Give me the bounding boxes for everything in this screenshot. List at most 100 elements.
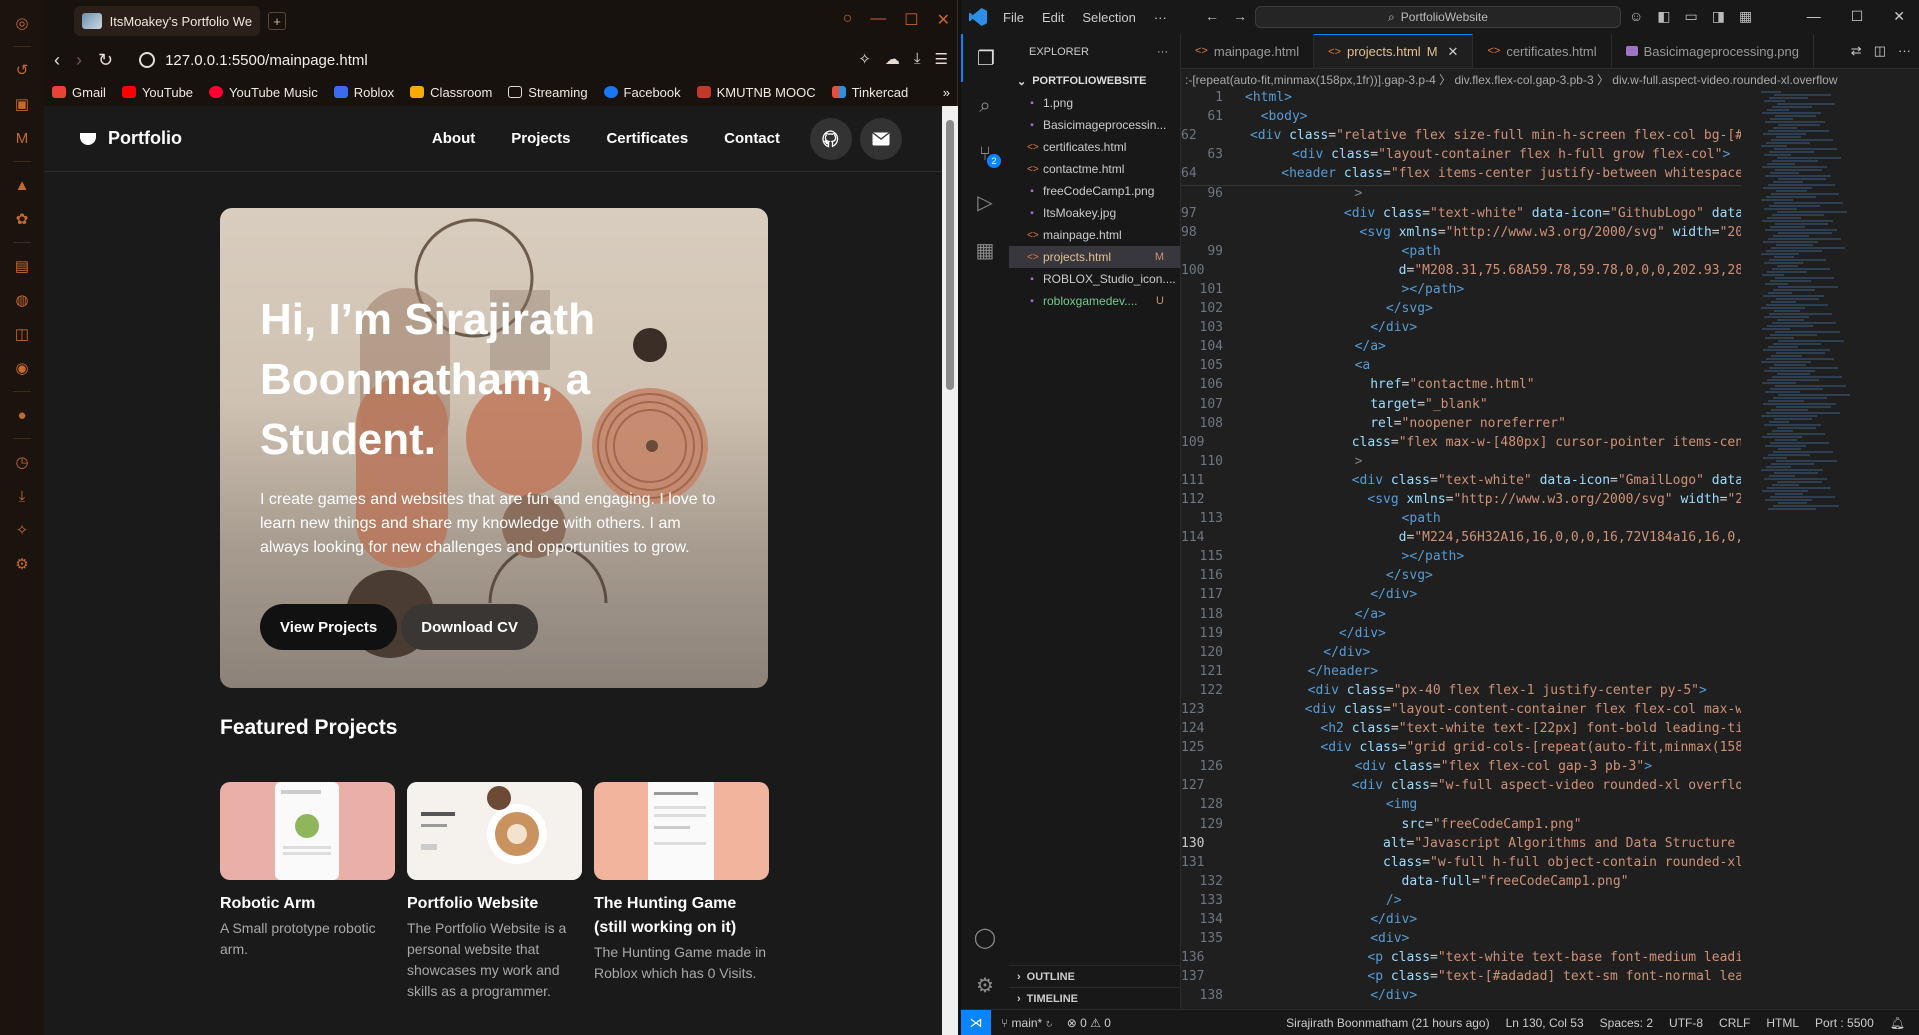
code-line[interactable]: 110 > bbox=[1181, 454, 1741, 473]
messenger-icon[interactable]: ◍ bbox=[11, 289, 33, 311]
compare-icon[interactable]: ⇄ bbox=[1851, 43, 1862, 59]
bookmark-tinkercad[interactable]: Tinkercad bbox=[831, 85, 908, 100]
file-item[interactable]: ▪ freeCodeCamp1.png bbox=[1009, 180, 1180, 202]
url-field[interactable]: 127.0.0.1:5500/mainpage.html bbox=[139, 52, 368, 69]
cursor-position[interactable]: Ln 130, Col 53 bbox=[1506, 1016, 1584, 1030]
instagram-icon[interactable]: ◫ bbox=[11, 323, 33, 345]
code-line[interactable]: 112 <svg xmlns="http://www.w3.org/2000/s… bbox=[1181, 492, 1741, 511]
code-line[interactable]: 105 <a bbox=[1181, 358, 1741, 377]
code-line[interactable]: 116 </svg> bbox=[1181, 568, 1741, 587]
menu-more[interactable]: ··· bbox=[1154, 10, 1167, 25]
code-line[interactable]: 122 <div class="px-40 flex flex-1 justif… bbox=[1181, 683, 1741, 702]
twitch-icon[interactable]: ▤ bbox=[11, 255, 33, 277]
code-line[interactable]: 132 data-full="freeCodeCamp1.png" bbox=[1181, 874, 1741, 893]
mail-icon[interactable] bbox=[860, 117, 902, 160]
file-item[interactable]: <> certificates.html bbox=[1009, 136, 1180, 158]
code-line[interactable]: 136 <p class="text-white text-base font-… bbox=[1181, 950, 1741, 969]
more-actions-icon[interactable]: ··· bbox=[1898, 43, 1911, 59]
mail-app-icon[interactable]: M bbox=[11, 127, 33, 149]
branch-status[interactable]: ⑂ main* ↻ bbox=[1001, 1016, 1053, 1030]
extension-puzzle-icon[interactable]: ✧ bbox=[858, 50, 871, 68]
code-editor[interactable]: 1 <html> 61 <body> 62 <div class="relative … bbox=[1181, 90, 1741, 1009]
code-line[interactable]: 129 src="freeCodeCamp1.png" bbox=[1181, 817, 1741, 836]
code-line[interactable]: 125 <div class="grid grid-cols-[repeat(a… bbox=[1181, 740, 1741, 759]
minimap[interactable] bbox=[1761, 90, 1901, 530]
manage-gear-icon[interactable]: ⚙ bbox=[961, 961, 1009, 1009]
code-line[interactable]: 124 <h2 class="text-white text-[22px] fo… bbox=[1181, 721, 1741, 740]
customize-layout-icon[interactable]: ▦ bbox=[1739, 8, 1752, 25]
chatgpt-icon[interactable]: ✿ bbox=[11, 208, 33, 230]
extensions-view-icon[interactable]: ▦ bbox=[961, 226, 1009, 274]
file-item-selected[interactable]: <> projects.html M bbox=[1009, 246, 1180, 268]
breadcrumb[interactable]: :-[repeat(auto-fit,minmax(158px,1fr))].g… bbox=[1181, 69, 1919, 89]
bookmark-youtube-music[interactable]: YouTube Music bbox=[209, 85, 318, 100]
tab-basicimageprocessing[interactable]: Basicimageprocessing.png bbox=[1612, 34, 1814, 68]
eol-status[interactable]: CRLF bbox=[1719, 1016, 1750, 1030]
bookmark-classroom[interactable]: Classroom bbox=[410, 85, 492, 100]
forward-icon[interactable]: › bbox=[76, 50, 82, 71]
minimize-icon[interactable]: — bbox=[1807, 8, 1821, 25]
go-forward-icon[interactable]: → bbox=[1233, 8, 1247, 24]
code-line[interactable]: 126 <div class="flex flex-col gap-3 pb-3… bbox=[1181, 759, 1741, 778]
menu-selection[interactable]: Selection bbox=[1082, 10, 1135, 25]
workspace-folder[interactable]: ⌄ PORTFOLIOWEBSITE bbox=[1009, 70, 1180, 92]
opera-logo-icon[interactable]: ◎ bbox=[11, 12, 33, 34]
nav-about[interactable]: About bbox=[432, 130, 475, 147]
code-line[interactable]: 118 </a> bbox=[1181, 607, 1741, 626]
project-card[interactable]: Robotic Arm A Small prototype robotic ar… bbox=[220, 782, 395, 1002]
menu-edit[interactable]: Edit bbox=[1042, 10, 1064, 25]
code-line[interactable]: 135 <div> bbox=[1181, 931, 1741, 950]
code-line[interactable]: 117 </div> bbox=[1181, 587, 1741, 606]
file-item[interactable]: ▪ 1.png bbox=[1009, 92, 1180, 114]
code-line[interactable]: 102 </svg> bbox=[1181, 301, 1741, 320]
code-line[interactable]: 134 </div> bbox=[1181, 912, 1741, 931]
code-line[interactable]: 107 target="_blank" bbox=[1181, 397, 1741, 416]
file-item[interactable]: ▪ ROBLOX_Studio_icon.... bbox=[1009, 268, 1180, 290]
code-line[interactable]: 108 rel="noopener noreferrer" bbox=[1181, 416, 1741, 435]
project-card[interactable]: Portfolio Website The Portfolio Website … bbox=[407, 782, 582, 1002]
timeline-section[interactable]: › TIMELINE bbox=[1009, 987, 1181, 1009]
nav-projects[interactable]: Projects bbox=[511, 130, 570, 147]
code-line[interactable]: 106 href="contactme.html" bbox=[1181, 377, 1741, 396]
search-view-icon[interactable]: ⌕ bbox=[961, 82, 1009, 130]
bookmark-kmutnb[interactable]: KMUTNB MOOC bbox=[696, 85, 816, 100]
language-status[interactable]: HTML bbox=[1766, 1016, 1799, 1030]
bookmark-facebook[interactable]: Facebook bbox=[603, 85, 681, 100]
page-scrollbar[interactable] bbox=[942, 106, 958, 1035]
file-item[interactable]: ▪ ItsMoakey.jpg bbox=[1009, 202, 1180, 224]
explorer-more-icon[interactable]: ··· bbox=[1157, 46, 1168, 58]
maximize-icon[interactable]: ☐ bbox=[904, 10, 918, 30]
reload-icon[interactable]: ↻ bbox=[98, 50, 113, 71]
code-line[interactable]: 121 </header> bbox=[1181, 664, 1741, 683]
toggle-secondary-sidebar-icon[interactable]: ◨ bbox=[1712, 8, 1725, 25]
bookmark-youtube[interactable]: YouTube bbox=[121, 85, 193, 100]
spotify-icon[interactable]: ● bbox=[11, 404, 33, 426]
scrollbar-thumb[interactable] bbox=[946, 120, 954, 390]
code-line[interactable]: 115 ></path> bbox=[1181, 549, 1741, 568]
notifications-icon[interactable]: 🔔︎ bbox=[1890, 1016, 1905, 1030]
code-line[interactable]: 127 <div class="w-full aspect-video roun… bbox=[1181, 778, 1741, 797]
tab-certificates[interactable]: <> certificates.html bbox=[1473, 34, 1612, 68]
code-line[interactable]: 111 <div class="text-white" data-icon="G… bbox=[1181, 473, 1741, 492]
nav-certificates[interactable]: Certificates bbox=[606, 130, 688, 147]
split-editor-icon[interactable]: ◫ bbox=[1874, 43, 1886, 59]
tab-mainpage[interactable]: <> mainpage.html bbox=[1181, 34, 1315, 68]
code-line[interactable]: 61 <body> bbox=[1181, 109, 1741, 128]
download-icon[interactable]: ⤓ bbox=[914, 50, 921, 68]
search-tabs-icon[interactable]: ○ bbox=[843, 10, 853, 30]
file-item[interactable]: ▪ robloxgamedev.... U bbox=[1009, 290, 1180, 312]
settings-icon[interactable]: ⚙ bbox=[11, 553, 33, 575]
download-cv-button[interactable]: Download CV bbox=[401, 604, 538, 650]
code-line[interactable]: 128 <img bbox=[1181, 797, 1741, 816]
copilot-icon[interactable]: ☺ bbox=[1629, 8, 1643, 25]
close-tab-icon[interactable]: ✕ bbox=[1448, 44, 1459, 60]
code-line[interactable]: 137 <p class="text-[#adadad] text-sm fon… bbox=[1181, 969, 1741, 988]
remote-icon[interactable]: ⋊ bbox=[961, 1009, 991, 1035]
tab-projects[interactable]: <> projects.html M ✕ bbox=[1314, 34, 1474, 68]
back-icon[interactable]: ‹ bbox=[54, 50, 60, 71]
history-icon[interactable]: ↺ bbox=[11, 59, 33, 81]
file-item[interactable]: ▪ Basicimageprocessin... bbox=[1009, 114, 1180, 136]
code-line[interactable]: 1 <html> bbox=[1181, 90, 1741, 109]
downloads-icon[interactable]: ⤓ bbox=[11, 485, 33, 507]
code-line[interactable]: 114 d="M224,56H32A16,16,0,0,0,16,72V184a… bbox=[1181, 530, 1741, 549]
